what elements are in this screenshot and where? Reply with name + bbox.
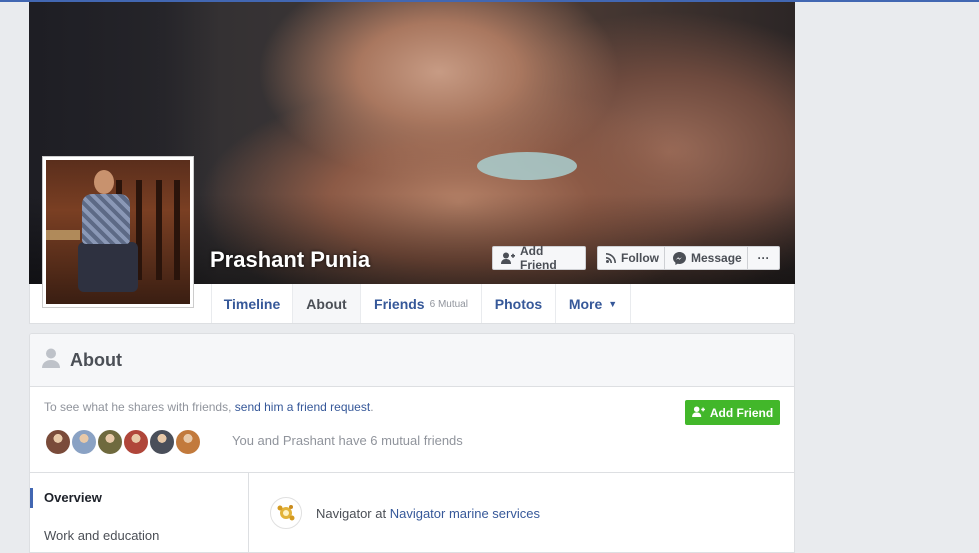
rss-icon	[606, 253, 616, 263]
sidebar-item-overview[interactable]: Overview	[44, 490, 102, 505]
friend-request-prompt: To see what he shares with friends, send…	[44, 400, 374, 414]
caret-down-icon: ▼	[608, 298, 618, 309]
message-button[interactable]: Message	[664, 246, 748, 270]
tab-photos-label: Photos	[494, 295, 543, 312]
more-options-button[interactable]: ···	[747, 246, 780, 270]
photo-head	[94, 170, 114, 194]
cover-add-friend-button[interactable]: Add Friend	[492, 244, 586, 272]
about-header: About	[30, 334, 794, 387]
tab-friends[interactable]: Friends 6 Mutual	[361, 284, 482, 323]
work-entry: Navigator at Navigator marine services	[270, 497, 540, 529]
active-indicator	[30, 488, 33, 508]
mutual-friend-avatar[interactable]	[96, 428, 124, 456]
photo-table	[46, 230, 80, 240]
follow-button[interactable]: Follow	[597, 246, 665, 270]
mutual-friend-avatar[interactable]	[44, 428, 72, 456]
divider	[30, 472, 794, 473]
tab-more-label: More	[568, 295, 603, 312]
photo-bar	[156, 180, 162, 280]
tab-friends-label: Friends	[374, 295, 425, 312]
about-panel: About To see what he shares with friends…	[29, 333, 795, 553]
profile-picture[interactable]	[42, 156, 194, 308]
photo-bar	[174, 180, 180, 280]
tab-about-label: About	[306, 295, 347, 312]
mutual-friend-avatar[interactable]	[70, 428, 98, 456]
message-label: Message	[691, 251, 742, 265]
profile-photo-image	[46, 160, 190, 304]
add-friend-icon	[501, 252, 515, 264]
cover-add-friend-label: Add Friend	[520, 244, 557, 272]
about-add-friend-button[interactable]: Add Friend	[685, 400, 780, 425]
mutual-friend-avatar[interactable]	[148, 428, 176, 456]
send-friend-request-link[interactable]: send him a friend request	[235, 400, 370, 414]
divider	[248, 473, 249, 552]
tab-about[interactable]: About	[293, 284, 361, 323]
about-add-friend-label: Add Friend	[709, 405, 774, 420]
person-icon	[42, 348, 60, 373]
follow-label: Follow	[621, 251, 659, 265]
ellipsis-icon: ···	[757, 251, 770, 265]
photo-shirt	[82, 194, 130, 244]
mutual-friend-avatar[interactable]	[122, 428, 150, 456]
photo-legs	[78, 242, 138, 292]
messenger-icon	[673, 251, 686, 265]
workplace-icon	[270, 497, 302, 529]
mutual-friend-avatar[interactable]	[174, 428, 202, 456]
company-link[interactable]: Navigator marine services	[390, 506, 540, 521]
mutual-count: 6 Mutual	[429, 299, 468, 310]
tab-timeline[interactable]: Timeline	[211, 284, 293, 323]
tab-photos[interactable]: Photos	[482, 284, 556, 323]
tab-more[interactable]: More ▼	[556, 284, 631, 323]
tab-timeline-label: Timeline	[223, 295, 281, 312]
about-title: About	[70, 349, 122, 370]
work-prefix: Navigator at	[316, 505, 390, 521]
profile-name[interactable]: Prashant Punia	[210, 247, 370, 273]
mutual-friends-avatars	[44, 428, 202, 456]
add-friend-icon	[691, 405, 705, 420]
cover-pillow	[477, 152, 577, 180]
mutual-friends-text[interactable]: You and Prashant have 6 mutual friends	[232, 433, 463, 448]
share-suffix: .	[370, 400, 374, 414]
work-description: Navigator at Navigator marine services	[316, 506, 540, 521]
share-prefix: To see what he shares with friends,	[44, 400, 235, 414]
